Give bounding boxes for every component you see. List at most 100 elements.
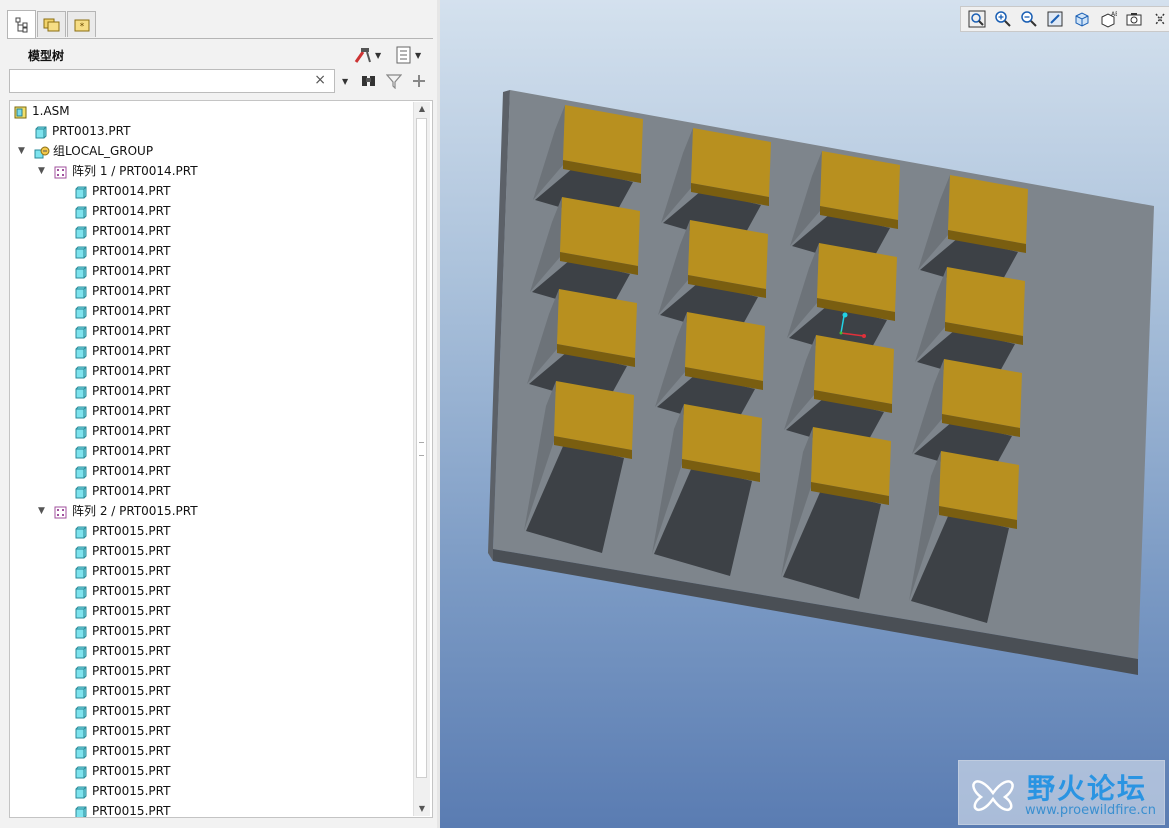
expand-toggle-icon[interactable]: ▼ (18, 141, 25, 161)
tree-row[interactable]: PRT0014.PRT (10, 201, 410, 221)
tree-row[interactable]: PRT0015.PRT (10, 761, 410, 781)
tree-row[interactable]: PRT0015.PRT (10, 681, 410, 701)
tree-row[interactable]: PRT0015.PRT (10, 621, 410, 641)
camera-button[interactable] (1123, 8, 1146, 30)
favorites-tab[interactable]: * (67, 11, 96, 37)
clear-icon[interactable]: × (314, 72, 326, 88)
tree-row[interactable]: ▼ 组LOCAL_GROUP (10, 141, 410, 161)
tree-row-label: PRT0014.PRT (92, 264, 171, 278)
list-icon (396, 46, 411, 64)
tree-row[interactable]: PRT0014.PRT (10, 221, 410, 241)
tree-row-label: PRT0015.PRT (92, 704, 171, 718)
tree-row[interactable]: PRT0014.PRT (10, 361, 410, 381)
tree-row-label: PRT0015.PRT (92, 564, 171, 578)
expand-toggle-icon[interactable]: ▼ (38, 501, 45, 521)
vertical-scrollbar[interactable]: ▲ ▼ (413, 102, 430, 816)
tree-row-label: PRT0014.PRT (92, 404, 171, 418)
tree-row-label: 阵列 2 / PRT0015.PRT (72, 504, 198, 518)
tree-row-label: PRT0015.PRT (92, 784, 171, 798)
tree-row[interactable]: PRT0015.PRT (10, 581, 410, 601)
tree-row[interactable]: PRT0014.PRT (10, 381, 410, 401)
camera-icon (1126, 13, 1142, 26)
zoom-in-button[interactable] (991, 8, 1014, 30)
model-tree-panel: * 模型树 ▼ ▼ × ▼ 1.ASM PRT0013.PRT ▼ 组LOCAL_GR… (0, 0, 438, 828)
tree-row[interactable]: PRT0014.PRT (10, 181, 410, 201)
tree-row[interactable]: PRT0015.PRT (10, 701, 410, 721)
tree-row[interactable]: PRT0014.PRT (10, 341, 410, 361)
tree-row-label: PRT0015.PRT (92, 724, 171, 738)
tree-row-label: PRT0014.PRT (92, 324, 171, 338)
tree-row-label: PRT0014.PRT (92, 484, 171, 498)
search-field[interactable]: × (9, 69, 335, 93)
find-icon[interactable] (360, 73, 378, 89)
model-view[interactable] (440, 0, 1169, 828)
tree-row[interactable]: 1.ASM (10, 101, 410, 121)
show-button[interactable]: ▼ (395, 45, 421, 65)
tree-row[interactable]: PRT0014.PRT (10, 461, 410, 481)
scroll-thumb[interactable] (416, 118, 427, 778)
tree-row[interactable]: PRT0015.PRT (10, 641, 410, 661)
expand-toggle-icon[interactable]: ▼ (38, 161, 45, 181)
saved-views-icon: AB (1101, 11, 1117, 28)
tree-row[interactable]: PRT0014.PRT (10, 261, 410, 281)
chevron-down-icon: ▼ (375, 50, 382, 60)
tree-row-label: PRT0014.PRT (92, 384, 171, 398)
repaint-button[interactable] (1044, 8, 1067, 30)
tree-row[interactable]: PRT0014.PRT (10, 401, 410, 421)
grip-icon (419, 442, 424, 456)
tree-row-label: PRT0015.PRT (92, 764, 171, 778)
tree-row[interactable]: PRT0015.PRT (10, 741, 410, 761)
tree-row[interactable]: PRT0015.PRT (10, 801, 410, 818)
folder-browser-tab[interactable] (37, 11, 66, 37)
search-history-dropdown[interactable]: ▼ (342, 77, 348, 86)
add-icon[interactable] (412, 74, 426, 88)
tree-row[interactable]: PRT0014.PRT (10, 421, 410, 441)
display-style-button[interactable] (1070, 8, 1093, 30)
tree-row[interactable]: PRT0015.PRT (10, 521, 410, 541)
saved-views-button[interactable]: AB (1096, 8, 1119, 30)
zoom-out-button[interactable] (1018, 8, 1041, 30)
tree-row[interactable]: PRT0014.PRT (10, 241, 410, 261)
more-icon (1155, 13, 1165, 25)
scroll-up-icon[interactable]: ▲ (415, 102, 429, 116)
zoom-fit-button[interactable] (965, 8, 988, 30)
model-tree[interactable]: 1.ASM PRT0013.PRT ▼ 组LOCAL_GROUP ▼ 阵列 1 / PRT… (9, 100, 433, 818)
tree-row[interactable]: PRT0015.PRT (10, 561, 410, 581)
svg-text:*: * (79, 22, 84, 32)
tree-row[interactable]: PRT0014.PRT (10, 301, 410, 321)
zoom-out-icon (1021, 11, 1037, 27)
tree-row-label: PRT0015.PRT (92, 804, 171, 818)
settings-button[interactable]: ▼ (353, 45, 381, 65)
zoom-in-icon (995, 11, 1011, 27)
tree-row-label: PRT0015.PRT (92, 584, 171, 598)
tree-row[interactable]: PRT0015.PRT (10, 601, 410, 621)
tree-row[interactable]: PRT0015.PRT (10, 661, 410, 681)
more-button[interactable] (1149, 8, 1169, 30)
tree-row[interactable]: PRT0014.PRT (10, 481, 410, 501)
tree-row[interactable]: PRT0015.PRT (10, 541, 410, 561)
tree-row-label: PRT0014.PRT (92, 464, 171, 478)
tree-row[interactable]: PRT0014.PRT (10, 321, 410, 341)
tree-row-label: PRT0014.PRT (92, 184, 171, 198)
search-input[interactable] (14, 71, 308, 93)
tools-icon (354, 48, 371, 63)
tab-divider (7, 38, 433, 39)
tree-row-label: 1.ASM (32, 104, 70, 118)
tree-row-label: PRT0013.PRT (52, 124, 131, 138)
tree-row-label: 组LOCAL_GROUP (53, 144, 154, 158)
tree-row[interactable]: ▼ 阵列 2 / PRT0015.PRT (10, 501, 410, 521)
tree-row[interactable]: PRT0015.PRT (10, 721, 410, 741)
graphics-window[interactable]: AB 野火论坛 www.proewildfire.cn (440, 0, 1169, 828)
tree-row-label: 阵列 1 / PRT0014.PRT (72, 164, 198, 178)
tree-row-label: PRT0014.PRT (92, 284, 171, 298)
tree-row[interactable]: PRT0014.PRT (10, 281, 410, 301)
tree-row[interactable]: PRT0015.PRT (10, 781, 410, 801)
filter-icon[interactable] (386, 73, 402, 89)
tree-row[interactable]: PRT0013.PRT (10, 121, 410, 141)
repaint-icon (1047, 11, 1063, 27)
scroll-down-icon[interactable]: ▼ (415, 802, 429, 816)
model-tree-tab[interactable] (7, 10, 36, 38)
watermark: 野火论坛 www.proewildfire.cn (958, 760, 1165, 825)
tree-row[interactable]: PRT0014.PRT (10, 441, 410, 461)
tree-row[interactable]: ▼ 阵列 1 / PRT0014.PRT (10, 161, 410, 181)
